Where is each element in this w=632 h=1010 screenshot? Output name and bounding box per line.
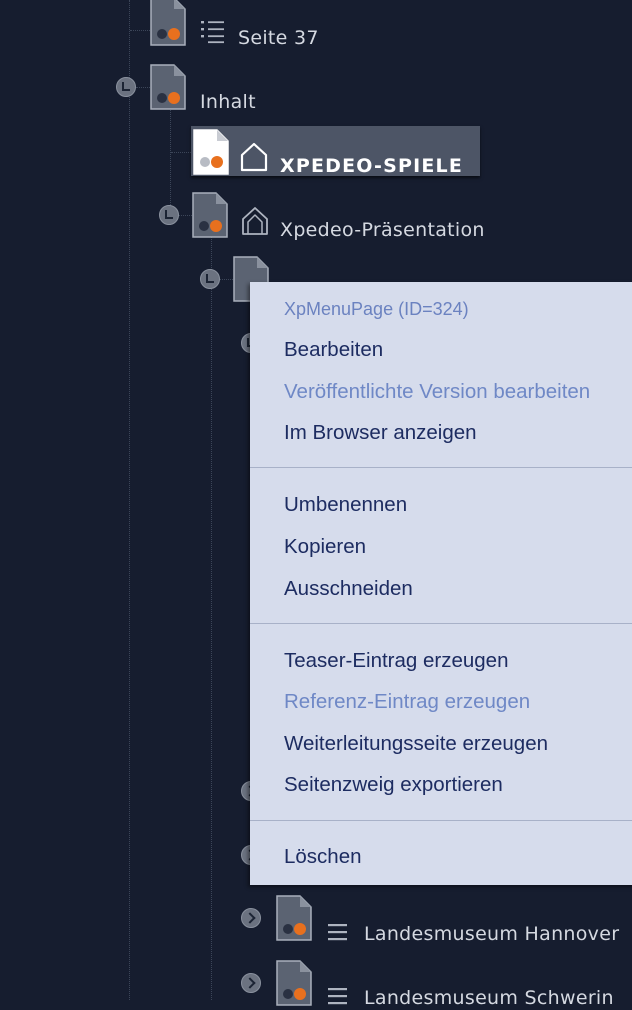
tree-guide-line (211, 222, 212, 1000)
page-icon (150, 64, 186, 110)
home-icon (240, 142, 268, 176)
page-icon (193, 129, 229, 175)
collapse-toggle-icon[interactable] (116, 77, 136, 97)
menu-item-bearbeiten[interactable]: Bearbeiten (284, 338, 383, 362)
tree-node-label: XPEDEO-SPIELE (280, 155, 464, 177)
home-outline-icon (241, 206, 269, 240)
tree-node-label: Inhalt (200, 91, 256, 113)
tree-node-label: Landesmuseum Schwerin (364, 987, 614, 1009)
menu-item-umbenennen[interactable]: Umbenennen (284, 493, 407, 517)
menu-item-loeschen[interactable]: Löschen (284, 845, 362, 869)
tree-node-label: Seite 37 (238, 27, 319, 49)
tree-guide-line (178, 215, 192, 216)
collapse-toggle-icon[interactable] (159, 205, 179, 225)
expand-toggle-icon[interactable] (241, 908, 261, 928)
context-menu: XpMenuPage (ID=324) Bearbeiten Veröffent… (250, 282, 632, 885)
tree-guide-line (136, 87, 150, 88)
tree-node-label: Xpedeo-Präsentation (280, 219, 485, 241)
menu-separator (250, 820, 632, 821)
page-icon (276, 895, 312, 941)
menu-item-kopieren[interactable]: Kopieren (284, 535, 366, 559)
expand-toggle-icon[interactable] (241, 973, 261, 993)
menu-item-weiterleitungsseite-erzeugen[interactable]: Weiterleitungsseite erzeugen (284, 732, 548, 756)
menu-item-ausschneiden[interactable]: Ausschneiden (284, 577, 413, 601)
tree-guide-line (129, 0, 130, 1000)
menu-separator (250, 467, 632, 468)
menu-icon (328, 922, 348, 946)
tree-guide-line (130, 30, 150, 31)
tree-node-label: Landesmuseum Hannover (364, 923, 620, 945)
menu-icon (328, 986, 348, 1010)
collapse-toggle-icon[interactable] (200, 269, 220, 289)
list-icon (200, 19, 226, 49)
context-menu-header: XpMenuPage (ID=324) (284, 299, 469, 319)
menu-item-veroeffentlichte-version-bearbeiten: Veröffentlichte Version bearbeiten (284, 380, 591, 403)
page-icon (150, 0, 186, 46)
menu-item-im-browser-anzeigen[interactable]: Im Browser anzeigen (284, 421, 477, 445)
menu-item-teaser-eintrag-erzeugen[interactable]: Teaser-Eintrag erzeugen (284, 649, 509, 673)
tree-guide-line (171, 152, 191, 153)
menu-separator (250, 623, 632, 624)
menu-item-referenz-eintrag-erzeugen: Referenz-Eintrag erzeugen (284, 690, 531, 713)
menu-item-seitenzweig-exportieren[interactable]: Seitenzweig exportieren (284, 773, 503, 797)
tree-guide-line (219, 279, 233, 280)
page-icon (276, 960, 312, 1006)
page-icon (192, 192, 228, 238)
